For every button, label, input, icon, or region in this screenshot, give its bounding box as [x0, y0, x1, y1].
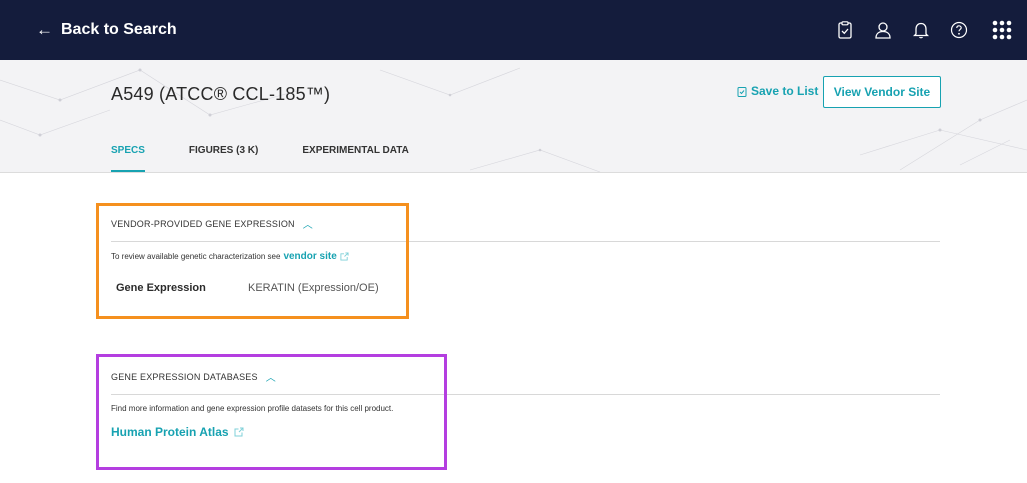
- back-label: Back to Search: [61, 21, 177, 38]
- tab-bar: SPECS FIGURES (3 K) EXPERIMENTAL DATA: [111, 145, 453, 172]
- tab-experimental-data[interactable]: EXPERIMENTAL DATA: [302, 145, 408, 172]
- top-bar: ← Back to Search: [0, 0, 1027, 60]
- save-to-list-label: Save to List: [751, 84, 819, 98]
- save-list-icon: [737, 86, 747, 97]
- product-header: A549 (ATCC® CCL-185™) Save to List View …: [0, 60, 1027, 173]
- list-check-icon[interactable]: [835, 20, 855, 40]
- bell-icon[interactable]: [911, 20, 931, 40]
- user-icon[interactable]: [873, 20, 893, 40]
- tab-specs[interactable]: SPECS: [111, 145, 145, 172]
- back-to-search-link[interactable]: ← Back to Search: [36, 0, 177, 60]
- orange-highlight-box: [96, 203, 409, 319]
- view-vendor-site-button[interactable]: View Vendor Site: [823, 76, 941, 108]
- purple-highlight-box: [96, 354, 447, 470]
- top-icons: [835, 0, 1013, 60]
- apps-grid-icon[interactable]: [991, 19, 1013, 41]
- save-to-list-button[interactable]: Save to List: [737, 84, 818, 98]
- back-arrow-icon: ←: [36, 20, 53, 39]
- help-icon[interactable]: [949, 20, 969, 40]
- tab-figures[interactable]: FIGURES (3 K): [189, 145, 258, 172]
- page-title: A549 (ATCC® CCL-185™): [111, 84, 331, 104]
